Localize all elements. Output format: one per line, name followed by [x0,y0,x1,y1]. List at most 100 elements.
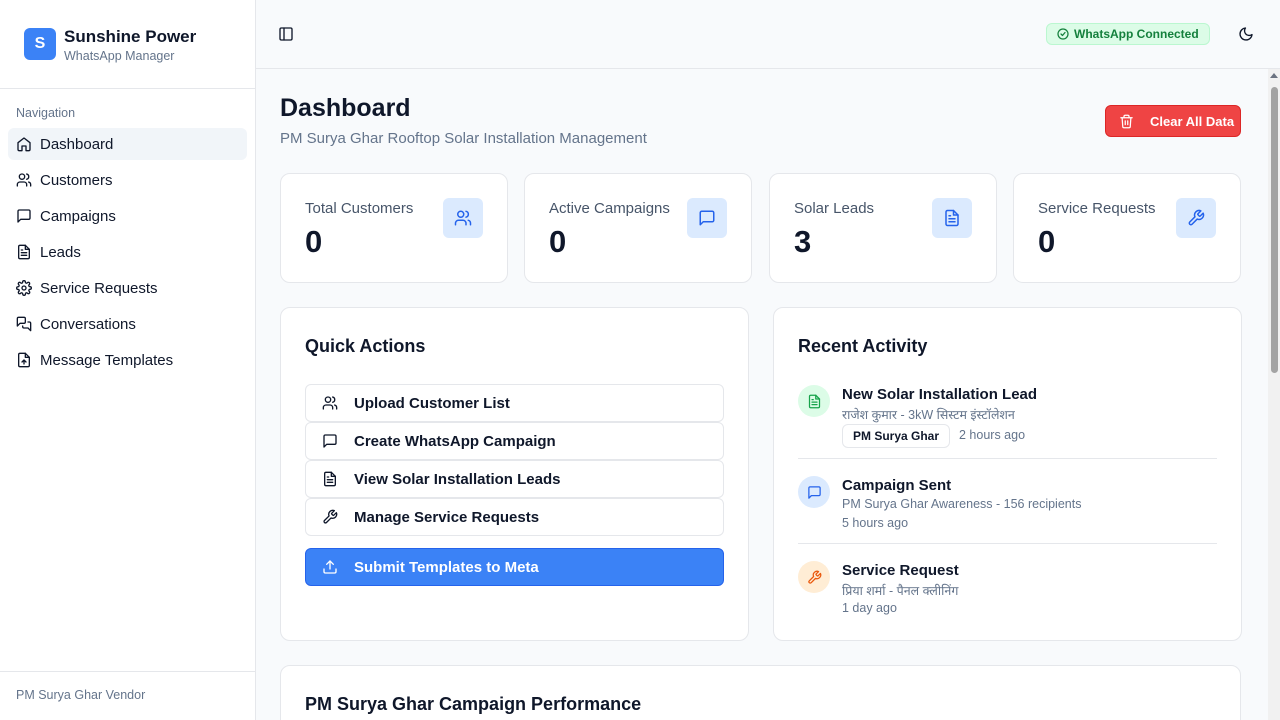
users-icon [16,173,32,187]
quick-action-label: View Solar Installation Leads [354,470,561,488]
create-whatsapp-campaign-button[interactable]: Create WhatsApp Campaign [305,422,724,460]
page-subtitle: PM Surya Ghar Rooftop Solar Installation… [280,130,647,147]
sidebar-item-label: Conversations [40,315,136,333]
trash-icon [1120,114,1133,128]
clear-all-data-button[interactable]: Clear All Data [1105,105,1241,137]
brand-logo: S [24,28,56,60]
stat-card-service-requests: Service Requests 0 [1013,173,1241,283]
file-text-icon [798,385,830,417]
recent-activity-panel: Recent Activity New Solar Installation L… [773,307,1242,641]
wrench-icon [1176,198,1216,238]
stat-card-active-campaigns: Active Campaigns 0 [524,173,752,283]
stat-card-solar-leads: Solar Leads 3 [769,173,997,283]
users-icon [322,396,338,410]
scroll-up-arrow[interactable] [1270,73,1278,78]
message-square-icon [798,476,830,508]
recent-activity-title: Recent Activity [798,336,928,356]
activity-title: New Solar Installation Lead [842,386,1038,403]
vendor-label: PM Surya Ghar Vendor [16,688,146,702]
submit-templates-label: Submit Templates to Meta [354,558,539,576]
activity-item[interactable]: Campaign Sent PM Surya Ghar Awareness - … [798,476,1217,536]
sidebar-item-message-templates[interactable]: Message Templates [8,344,247,376]
quick-action-label: Upload Customer List [354,394,510,412]
stat-label: Total Customers [305,200,414,217]
brand-subtitle: WhatsApp Manager [64,49,175,63]
quick-action-label: Manage Service Requests [354,508,540,526]
stat-value: 0 [549,224,567,259]
upload-icon [323,560,337,574]
stat-value: 0 [1038,224,1056,259]
wrench-icon [798,561,830,593]
sidebar-item-label: Message Templates [40,351,174,369]
sidebar-toggle-button[interactable] [276,24,296,44]
theme-toggle-button[interactable] [1236,24,1256,44]
sidebar-item-dashboard[interactable]: Dashboard [8,128,247,160]
stat-label: Solar Leads [794,200,875,217]
scroll-thumb[interactable] [1271,87,1278,373]
sidebar-item-label: Campaigns [40,207,116,225]
messages-icon [16,316,32,332]
stat-card-total-customers: Total Customers 0 [280,173,508,283]
brand-name: Sunshine Power [64,27,197,46]
quick-action-label: Create WhatsApp Campaign [354,432,556,450]
activity-item[interactable]: Service Request प्रिया शर्मा - पैनल क्ली… [798,561,1217,621]
activity-divider [798,458,1217,459]
activity-time: 2 hours ago [959,428,1026,442]
quick-actions-title: Quick Actions [305,336,426,356]
sidebar-item-campaigns[interactable]: Campaigns [8,200,247,232]
file-upload-icon [18,352,30,368]
top-bar: WhatsApp Connected [256,0,1280,69]
activity-divider [798,543,1217,544]
sidebar: S Sunshine Power WhatsApp Manager Naviga… [0,0,256,720]
gear-icon [16,280,32,296]
activity-description: राजेश कुमार - 3kW सिस्टम इंस्टॉलेशन [842,408,1015,422]
view-solar-leads-button[interactable]: View Solar Installation Leads [305,460,724,498]
activity-item[interactable]: New Solar Installation Lead राजेश कुमार … [798,385,1217,451]
stat-value: 0 [305,224,323,259]
activity-description: PM Surya Ghar Awareness - 156 recipients [842,497,1082,511]
file-text-icon [18,244,30,260]
sidebar-item-label: Leads [40,243,81,261]
upload-customer-list-button[interactable]: Upload Customer List [305,384,724,422]
activity-title: Campaign Sent [842,477,952,494]
page-title: Dashboard [280,94,411,122]
sidebar-item-conversations[interactable]: Conversations [8,308,247,340]
sidebar-item-service-requests[interactable]: Service Requests [8,272,247,304]
campaign-performance-panel: PM Surya Ghar Campaign Performance [280,665,1241,720]
file-text-icon [932,198,972,238]
wrench-icon [323,509,338,524]
check-circle-icon [1057,28,1069,40]
manage-service-requests-button[interactable]: Manage Service Requests [305,498,724,536]
quick-actions-panel: Quick Actions Upload Customer List Creat… [280,307,749,641]
main-scrollbar[interactable] [1268,69,1280,720]
activity-title: Service Request [842,562,959,579]
submit-templates-button[interactable]: Submit Templates to Meta [305,548,724,586]
activity-time: 1 day ago [842,601,897,615]
panel-left-icon [279,27,293,41]
sidebar-item-label: Customers [40,171,113,189]
whatsapp-status-badge: WhatsApp Connected [1046,23,1210,45]
message-square-icon [687,198,727,238]
quick-actions-list: Upload Customer List Create WhatsApp Cam… [305,384,724,536]
message-square-icon [323,434,337,448]
nav-heading: Navigation [16,106,76,120]
moon-icon [1239,27,1253,41]
clear-all-data-label: Clear All Data [1150,113,1235,129]
activity-tag-badge: PM Surya Ghar [842,424,951,448]
sidebar-footer: PM Surya Ghar Vendor [0,671,255,720]
users-icon [443,198,483,238]
sidebar-item-label: Service Requests [40,279,158,297]
activity-description: प्रिया शर्मा - पैनल क्लीनिंग [842,584,959,598]
stat-value: 3 [794,224,812,259]
sidebar-item-label: Dashboard [40,135,114,153]
file-text-icon [324,471,336,487]
home-icon [17,137,31,152]
status-badge-label: WhatsApp Connected [1074,27,1199,41]
sidebar-item-leads[interactable]: Leads [8,236,247,268]
campaign-performance-title: PM Surya Ghar Campaign Performance [305,694,642,714]
stat-label: Active Campaigns [549,200,670,217]
sidebar-item-customers[interactable]: Customers [8,164,247,196]
activity-time: 5 hours ago [842,516,909,530]
message-square-icon [17,209,31,223]
brand-header: S Sunshine Power WhatsApp Manager [0,0,255,89]
